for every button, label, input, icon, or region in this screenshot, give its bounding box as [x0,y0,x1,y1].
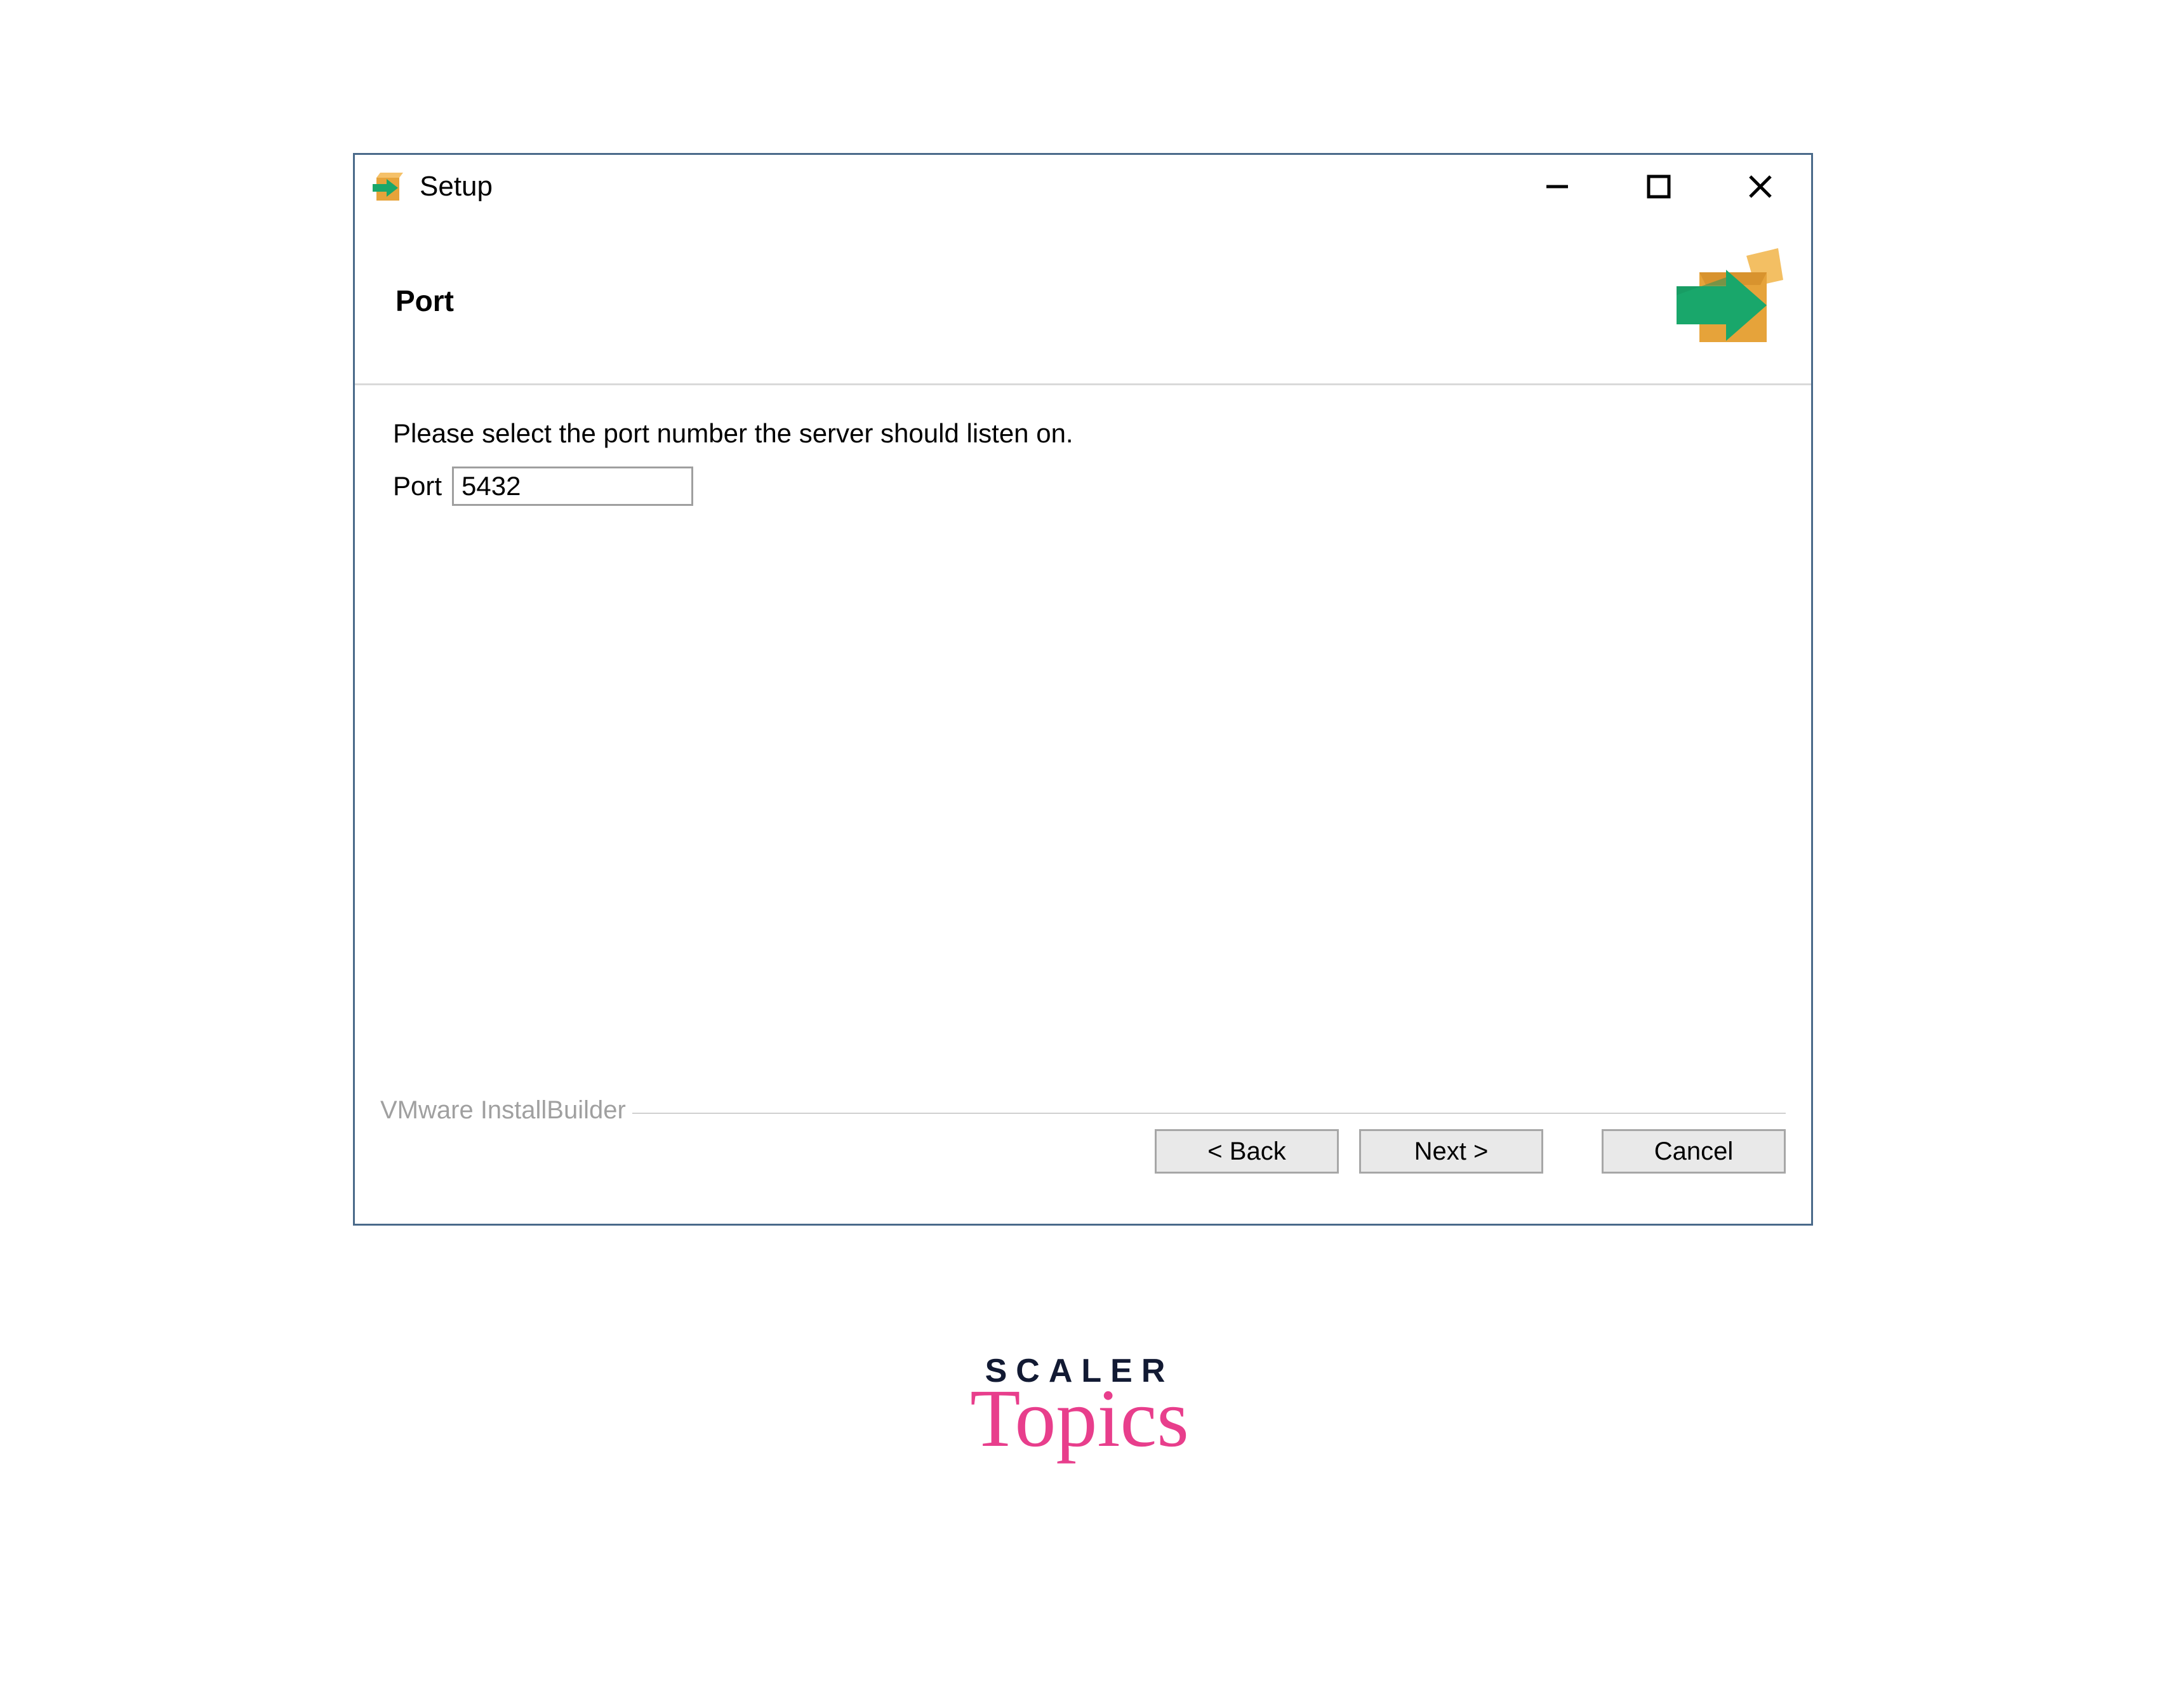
page-title: Port [395,284,454,318]
port-row: Port [393,467,1773,506]
wizard-header: Port [355,218,1811,383]
installer-brand: VMware InstallBuilder [380,1096,632,1125]
setup-window: Setup Port [353,153,1813,1226]
instruction-text: Please select the port number the server… [393,418,1773,449]
titlebar: Setup [355,155,1811,218]
maximize-button[interactable] [1638,166,1679,207]
cancel-button[interactable]: Cancel [1602,1129,1786,1174]
maximize-icon [1645,173,1673,201]
minimize-button[interactable] [1537,166,1578,207]
wizard-footer: VMware InstallBuilder < Back Next > Canc… [355,1096,1811,1199]
box-arrow-icon [369,168,407,206]
back-button[interactable]: < Back [1155,1129,1339,1174]
wizard-body: Please select the port number the server… [355,385,1811,1096]
window-controls [1537,166,1800,207]
watermark-line2: Topics [970,1394,1189,1443]
next-button[interactable]: Next > [1359,1129,1543,1174]
box-arrow-large-icon [1671,247,1786,355]
scaler-topics-watermark: SCALER Topics [970,1352,1189,1443]
close-icon [1745,171,1776,202]
minimize-icon [1543,172,1572,201]
window-title: Setup [420,171,493,202]
port-input[interactable] [452,467,693,506]
close-button[interactable] [1740,166,1781,207]
port-label: Port [393,471,442,501]
